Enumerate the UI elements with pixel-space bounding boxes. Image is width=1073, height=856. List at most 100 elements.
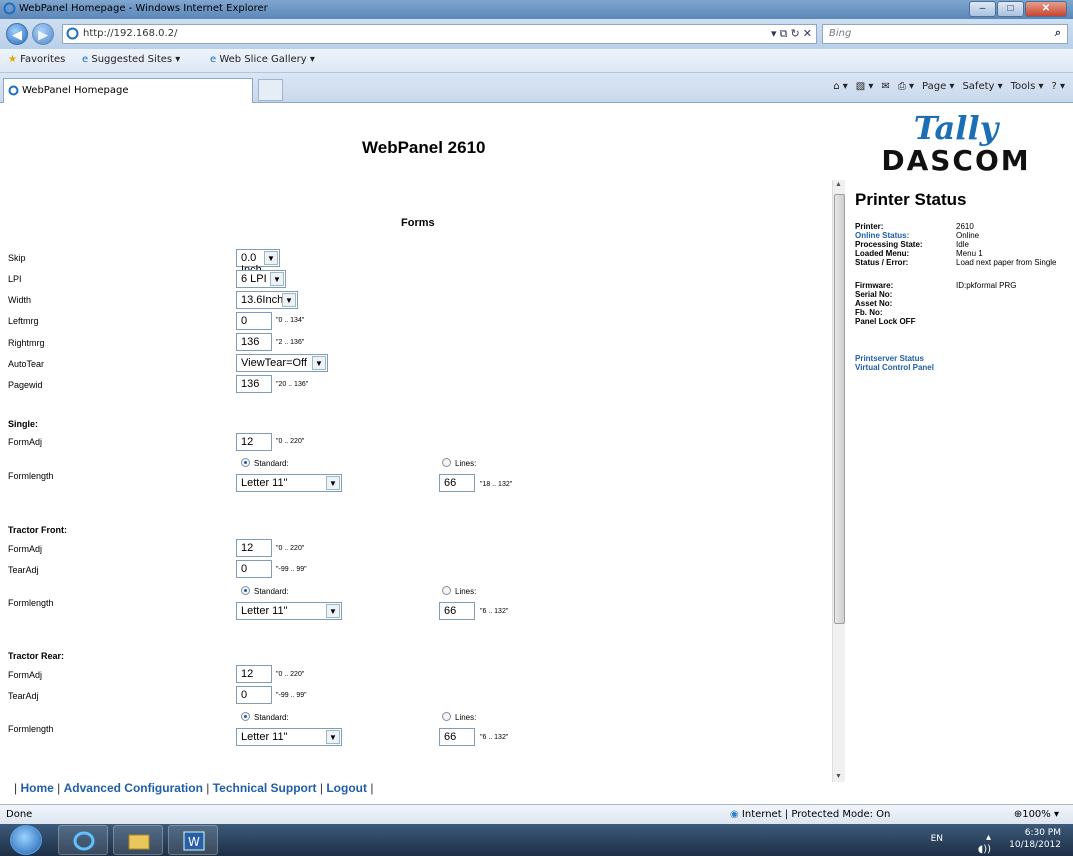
- word-taskbar-button[interactable]: W: [168, 825, 218, 855]
- status-row: Asset No:: [855, 299, 1070, 308]
- single-formadj-input[interactable]: 12: [236, 433, 272, 451]
- tr-tearadj-input[interactable]: 0: [236, 686, 272, 704]
- online-status-link[interactable]: Online Status:: [855, 231, 956, 240]
- home-icon[interactable]: ⌂ ▾: [833, 81, 848, 92]
- search-placeholder: Bing: [829, 28, 852, 39]
- virtual-control-panel-link[interactable]: Virtual Control Panel: [855, 363, 1070, 372]
- status-row: Printer: 2610: [855, 222, 1070, 231]
- page-content: WebPanel 2610 Tally DASCOM Forms Skip 0.…: [0, 104, 1073, 804]
- tr-standard-label: Standard:: [254, 713, 289, 722]
- printserver-status-link[interactable]: Printserver Status: [855, 354, 1070, 363]
- chevron-down-icon: ▼: [326, 604, 340, 618]
- address-tools-icon[interactable]: ▾ ⧉ ↻ ✕: [771, 27, 812, 41]
- single-standard-value: Letter 11": [241, 477, 288, 489]
- system-tray: EN ▴ ◖)) 6:30 PM 10/18/2012: [931, 827, 1061, 855]
- firmware-key: Firmware:: [855, 281, 894, 290]
- tf-tearadj-label: TearAdj: [8, 565, 39, 575]
- start-button[interactable]: [10, 825, 42, 855]
- tr-standard-radio[interactable]: [241, 712, 250, 721]
- scrollbar-thumb[interactable]: [834, 194, 845, 624]
- favorites-button[interactable]: ★ Favorites: [8, 54, 65, 65]
- forward-button[interactable]: ▶: [32, 23, 54, 45]
- tractor-front-section-title: Tractor Front:: [8, 525, 68, 535]
- search-input[interactable]: Bing ⌕: [822, 24, 1068, 44]
- close-button[interactable]: ✕: [1025, 1, 1067, 17]
- tr-lines-input[interactable]: 66: [439, 728, 475, 746]
- forms-scrollbar[interactable]: ▲ ▼: [832, 180, 845, 782]
- skip-select[interactable]: 0.0 Inch▼: [236, 249, 280, 276]
- page-menu[interactable]: Page ▾: [922, 81, 954, 92]
- maximize-button[interactable]: □: [997, 1, 1024, 17]
- title-bar: WebPanel Homepage - Windows Internet Exp…: [0, 0, 1073, 19]
- single-standard-radio[interactable]: [241, 458, 250, 467]
- tr-standard-select[interactable]: Letter 11" ▼: [236, 728, 342, 746]
- scroll-up-icon[interactable]: ▲: [835, 181, 842, 188]
- autotear-value: ViewTear=Off: [241, 357, 307, 369]
- tf-standard-select[interactable]: Letter 11" ▼: [236, 602, 342, 620]
- ie-taskbar-button[interactable]: [58, 825, 108, 855]
- search-icon[interactable]: ⌕: [1055, 27, 1061, 40]
- clock-time[interactable]: 6:30 PM: [1009, 827, 1061, 839]
- tf-formadj-input[interactable]: 12: [236, 539, 272, 557]
- web-slice-icon: e: [210, 54, 217, 65]
- status-bar: Done ◉ Internet | Protected Mode: On ⊕10…: [0, 804, 1073, 824]
- logo-dascom: DASCOM: [881, 144, 1031, 177]
- print-icon[interactable]: ⎙ ▾: [898, 81, 914, 92]
- pagewid-input[interactable]: 136: [236, 375, 272, 393]
- tf-lines-radio[interactable]: [442, 586, 451, 595]
- folder-icon: [128, 834, 150, 850]
- tf-formadj-label: FormAdj: [8, 544, 43, 554]
- tf-standard-radio[interactable]: [241, 586, 250, 595]
- tf-standard-value: Letter 11": [241, 605, 288, 617]
- tf-lines-input[interactable]: 66: [439, 602, 475, 620]
- web-slice-gallery-link[interactable]: e Web Slice Gallery ▾: [210, 54, 315, 65]
- help-icon[interactable]: ? ▾: [1051, 81, 1065, 92]
- language-indicator[interactable]: EN: [931, 833, 943, 845]
- mail-icon[interactable]: ✉: [881, 81, 889, 92]
- tf-tearadj-input[interactable]: 0: [236, 560, 272, 578]
- clock-date[interactable]: 10/18/2012: [1009, 839, 1061, 851]
- tr-formadj-input[interactable]: 12: [236, 665, 272, 683]
- menu-value: Menu 1: [956, 249, 983, 258]
- status-row: Online Status: Online: [855, 231, 1070, 240]
- feeds-icon[interactable]: ▧ ▾: [856, 81, 874, 92]
- lpi-value: 6 LPI: [241, 273, 267, 285]
- tab-label: WebPanel Homepage: [22, 85, 129, 96]
- browser-window: WebPanel Homepage - Windows Internet Exp…: [0, 0, 1073, 856]
- width-select[interactable]: 13.6Inch ▼: [236, 291, 298, 309]
- tr-lines-radio[interactable]: [442, 712, 451, 721]
- volume-icon[interactable]: ▴ ◖)): [978, 832, 991, 856]
- suggested-sites-link[interactable]: e Suggested Sites ▾: [82, 54, 180, 65]
- back-button[interactable]: ◀: [6, 23, 28, 45]
- logout-link[interactable]: Logout: [326, 781, 367, 795]
- new-tab-button[interactable]: [258, 79, 283, 101]
- rightmrg-label: Rightmrg: [8, 338, 45, 348]
- single-standard-select[interactable]: Letter 11" ▼: [236, 474, 342, 492]
- advanced-configuration-link[interactable]: Advanced Configuration: [64, 781, 203, 795]
- tools-menu[interactable]: Tools ▾: [1011, 81, 1044, 92]
- technical-support-link[interactable]: Technical Support: [213, 781, 317, 795]
- zoom-icon: ⊕: [1013, 809, 1023, 820]
- chevron-down-icon: ▼: [326, 730, 340, 744]
- lpi-select[interactable]: 6 LPI ▼: [236, 270, 286, 288]
- autotear-label: AutoTear: [8, 359, 45, 369]
- zoom-value: 100%: [1022, 809, 1051, 820]
- safety-menu[interactable]: Safety ▾: [962, 81, 1002, 92]
- minimize-button[interactable]: –: [969, 1, 996, 17]
- rightmrg-hint: "2 .. 136": [276, 339, 305, 346]
- tab-ie-icon: [8, 85, 19, 96]
- error-key: Status / Error:: [855, 258, 909, 267]
- address-bar[interactable]: http://192.168.0.2/ ▾ ⧉ ↻ ✕: [62, 24, 817, 44]
- explorer-taskbar-button[interactable]: [113, 825, 163, 855]
- home-link[interactable]: Home: [20, 781, 53, 795]
- leftmrg-input[interactable]: 0: [236, 312, 272, 330]
- tab-webpanel-homepage[interactable]: WebPanel Homepage: [3, 78, 253, 103]
- single-lines-radio[interactable]: [442, 458, 451, 467]
- autotear-select[interactable]: ViewTear=Off ▼: [236, 354, 328, 372]
- single-lines-input[interactable]: 66: [439, 474, 475, 492]
- scroll-down-icon[interactable]: ▼: [835, 773, 842, 780]
- security-zone[interactable]: ◉ Internet | Protected Mode: On: [730, 809, 890, 820]
- status-row: Serial No:: [855, 290, 1070, 299]
- rightmrg-input[interactable]: 136: [236, 333, 272, 351]
- zoom-level[interactable]: ⊕100% ▾: [1014, 809, 1059, 820]
